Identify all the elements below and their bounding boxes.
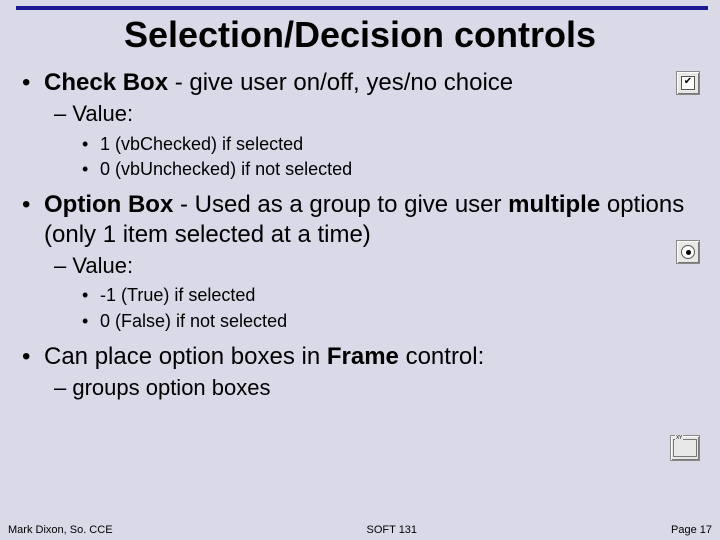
frame-term: Frame <box>327 343 399 370</box>
radio-icon <box>676 240 700 264</box>
optionbox-value-false: •0 (False) if not selected <box>82 309 708 334</box>
footer-page: Page 17 <box>671 524 712 536</box>
checkbox-value-label: – Value: <box>54 100 708 128</box>
checkbox-value-0: •0 (vbUnchecked) if not selected <box>82 157 708 182</box>
slide-title: Selection/Decision controls <box>0 14 720 56</box>
bullet-optionbox: • Option Box - Used as a group to give u… <box>22 190 708 334</box>
frame-icon: XY <box>670 435 700 461</box>
optionbox-value-true: •-1 (True) if selected <box>82 283 708 308</box>
optionbox-desc-a: - Used as a group to give user <box>173 191 508 218</box>
frame-sub: – groups option boxes <box>54 374 708 402</box>
optionbox-term: Option Box <box>44 191 173 218</box>
footer-course: SOFT 131 <box>113 524 671 536</box>
optionbox-multiple: multiple <box>508 191 600 218</box>
bullet-marker: • <box>22 190 44 220</box>
optionbox-value-label: – Value: <box>54 252 708 280</box>
checkbox-term: Check Box <box>44 69 168 96</box>
bullet-frame: • Can place option boxes in Frame contro… <box>22 342 708 402</box>
slide-footer: Mark Dixon, So. CCE SOFT 131 Page 17 <box>8 524 712 536</box>
checkbox-icon: ✔ <box>676 71 700 95</box>
slide-body: • Check Box - give user on/off, yes/no c… <box>22 68 708 405</box>
bullet-marker: • <box>22 68 44 98</box>
bullet-marker: • <box>22 342 44 372</box>
footer-author: Mark Dixon, So. CCE <box>8 524 113 536</box>
checkbox-desc: - give user on/off, yes/no choice <box>168 69 513 96</box>
frame-text-b: control: <box>399 343 484 370</box>
title-rule <box>16 6 708 10</box>
checkbox-value-1: •1 (vbChecked) if selected <box>82 132 708 157</box>
frame-text-a: Can place option boxes in <box>44 343 327 370</box>
bullet-checkbox: • Check Box - give user on/off, yes/no c… <box>22 68 708 182</box>
